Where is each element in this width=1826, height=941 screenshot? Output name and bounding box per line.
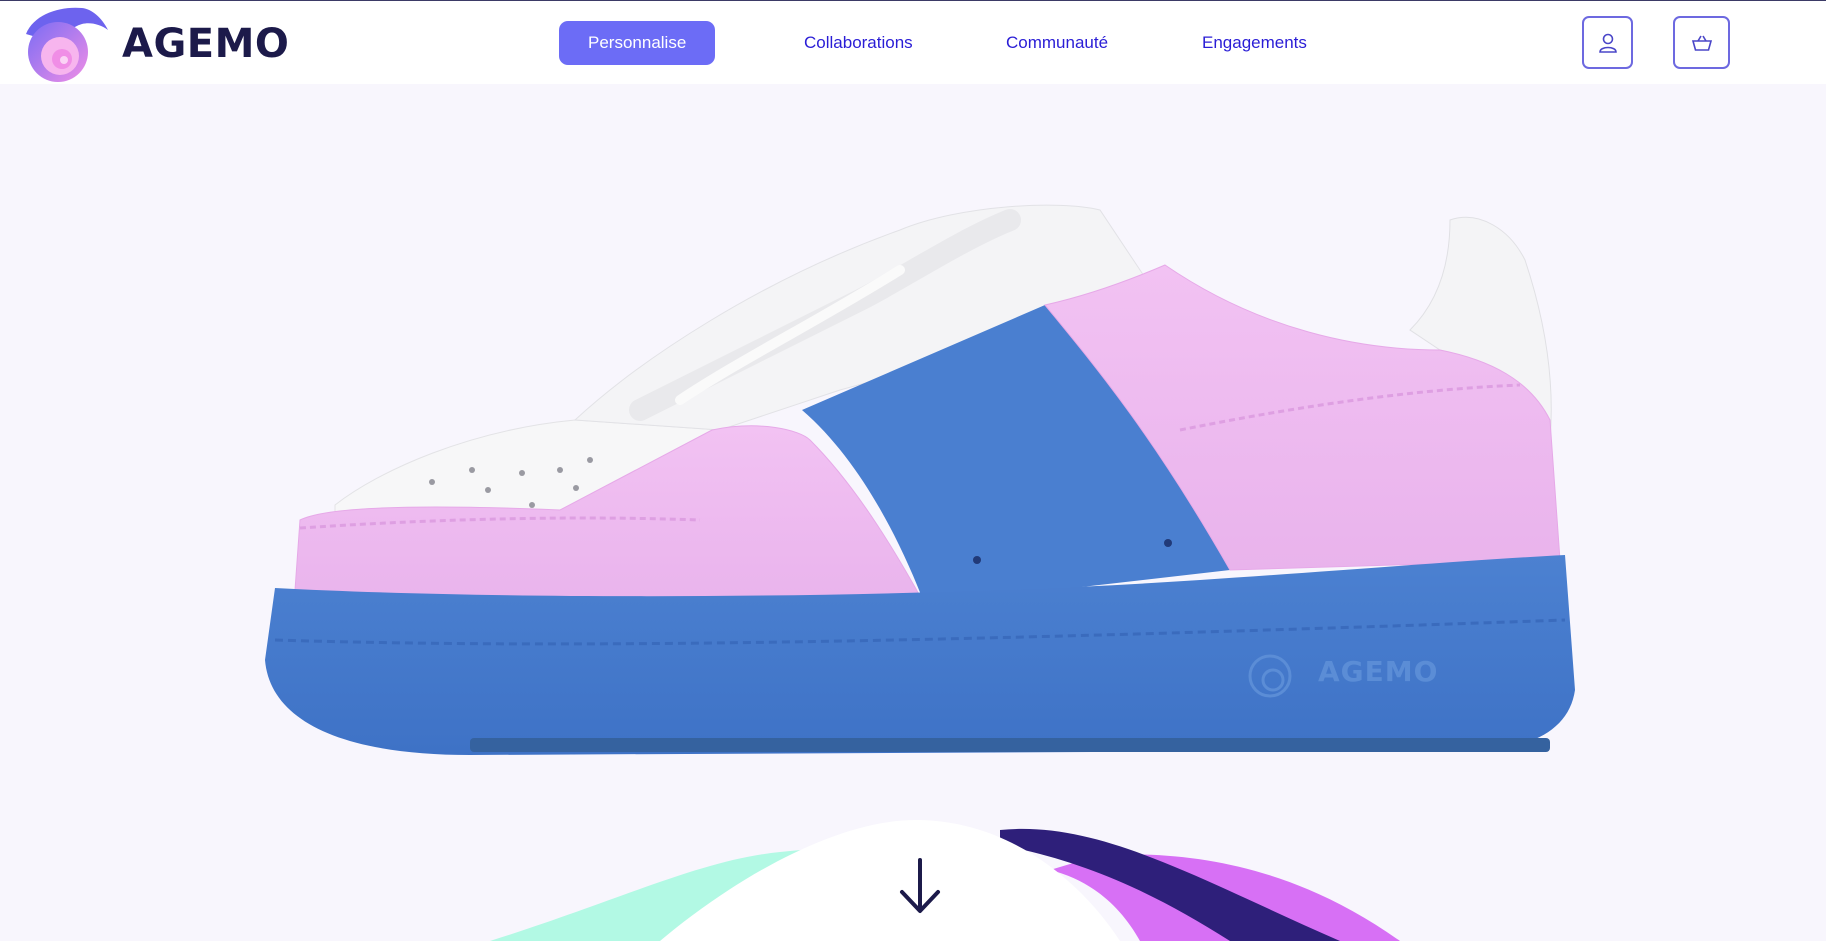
decorative-waves: [490, 819, 1400, 941]
nav-collaborations[interactable]: Collaborations: [804, 21, 913, 65]
hero-section: AGEMO: [0, 84, 1826, 941]
basket-icon: [1691, 35, 1712, 51]
cart-button[interactable]: [1673, 16, 1730, 69]
account-button[interactable]: [1582, 16, 1633, 69]
brand-name: AGEMO: [122, 21, 290, 67]
nav-personnalise[interactable]: Personnalise: [559, 21, 716, 65]
site-header: AGEMO Personnalise Collaborations Commun…: [0, 1, 1826, 84]
brand-logo[interactable]: AGEMO: [20, 4, 289, 84]
user-icon: [1598, 33, 1617, 53]
chameleon-logo-icon: [26, 7, 108, 82]
scroll-down-arrow-icon[interactable]: [898, 856, 942, 916]
nav-communaute[interactable]: Communauté: [1006, 21, 1108, 65]
nav-engagements[interactable]: Engagements: [1202, 21, 1307, 65]
